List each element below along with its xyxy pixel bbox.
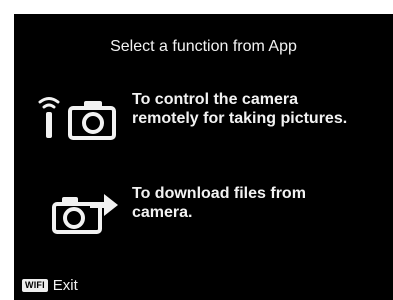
exit-hint[interactable]: WIFI Exit	[22, 276, 78, 294]
camera-transfer-icon	[34, 188, 122, 236]
wifi-key-badge: WIFI	[22, 278, 48, 292]
screen-title: Select a function from App	[110, 38, 297, 55]
option-line-2: camera.	[132, 204, 193, 221]
option-description: To download files from camera.	[132, 184, 390, 222]
option-download-files[interactable]: To download files from camera.	[14, 184, 393, 244]
remote-camera-icon	[34, 94, 122, 142]
exit-label: Exit	[52, 276, 78, 294]
option-line-1: To control the camera	[132, 91, 298, 108]
option-line-1: To download files from	[132, 185, 306, 202]
option-remote-control[interactable]: To control the camera remotely for takin…	[14, 90, 393, 150]
camera-screen: Select a function from App To control th…	[14, 14, 393, 300]
option-description: To control the camera remotely for takin…	[132, 90, 390, 128]
option-line-2: remotely for taking pictures.	[132, 110, 348, 127]
